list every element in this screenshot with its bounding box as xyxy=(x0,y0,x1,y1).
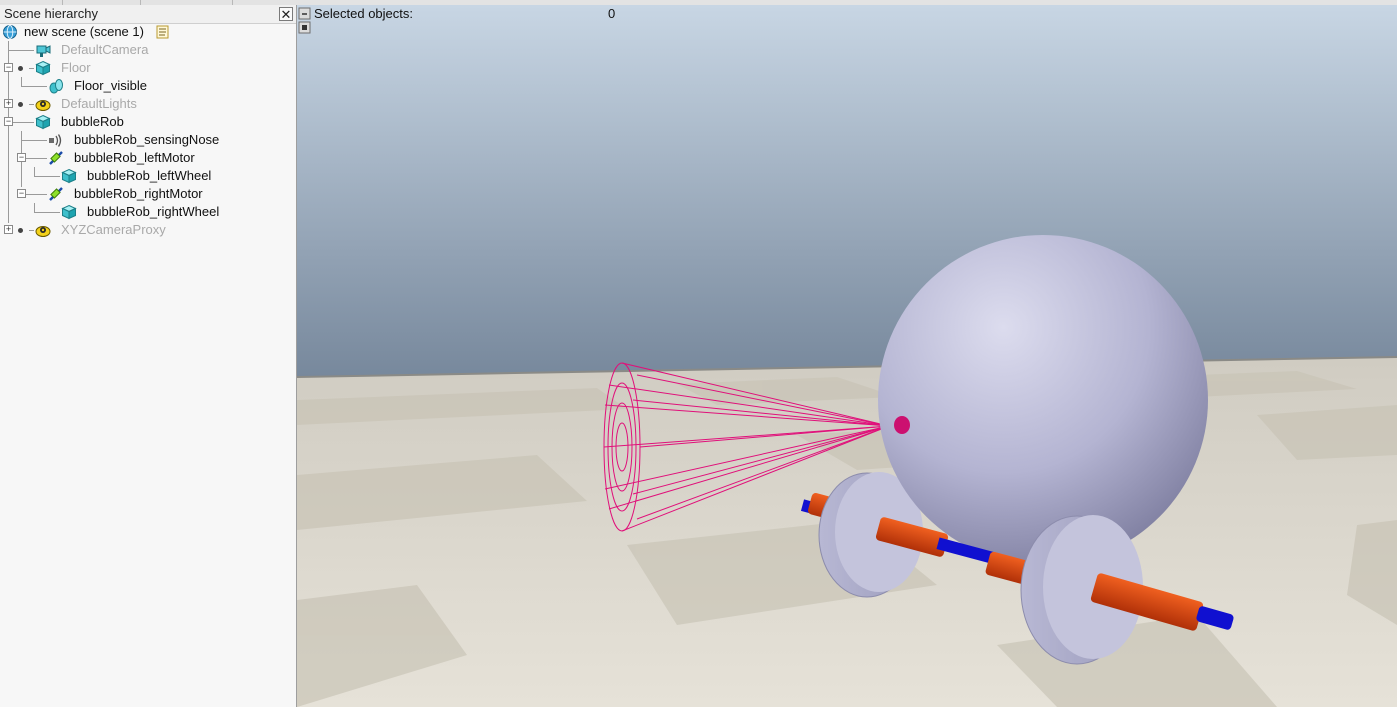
tree-item-default-lights[interactable]: + DefaultLights xyxy=(0,95,296,113)
panel-title: Scene hierarchy xyxy=(4,6,98,21)
close-icon[interactable]: ✕ xyxy=(279,7,293,21)
collapse-toggle[interactable]: − xyxy=(4,117,13,126)
tree-item-new-scene[interactable]: new scene (scene 1) xyxy=(0,23,296,41)
viewport-button-bottom-glyph xyxy=(302,25,307,30)
cube-icon xyxy=(35,60,51,76)
tree-item-xyz-camera-proxy[interactable]: + XYZCameraProxy xyxy=(0,221,296,239)
dummy-icon xyxy=(35,226,51,237)
joint-icon xyxy=(49,151,63,165)
panel-header: Scene hierarchy ✕ xyxy=(0,5,296,24)
tree-item-label: DefaultLights xyxy=(61,96,137,111)
scene-hierarchy-panel[interactable]: Scene hierarchy ✕ new scene (scene 1) De… xyxy=(0,5,297,707)
tree-item-left-wheel[interactable]: bubbleRob_leftWheel xyxy=(0,167,296,185)
tree-item-label: bubbleRob xyxy=(61,114,124,129)
tree-item-left-motor[interactable]: − bubbleRob_leftMotor xyxy=(0,149,296,167)
tree-item-bubblerob[interactable]: − bubbleRob xyxy=(0,113,296,131)
expand-toggle[interactable]: + xyxy=(4,99,13,108)
collapse-toggle[interactable]: − xyxy=(4,63,13,72)
tree-item-right-motor[interactable]: − bubbleRob_rightMotor xyxy=(0,185,296,203)
camera-icon xyxy=(36,45,51,57)
tree-item-label: XYZCameraProxy xyxy=(61,222,166,237)
joint-icon xyxy=(49,187,63,201)
model-dot-icon xyxy=(18,66,23,71)
globe-icon xyxy=(3,25,17,39)
bubblerob-body xyxy=(878,235,1208,565)
tree-item-floor-visible[interactable]: Floor_visible xyxy=(0,77,296,95)
tree-item-label: Floor xyxy=(61,60,91,75)
tree-item-label: Floor_visible xyxy=(74,78,147,93)
expand-toggle[interactable]: + xyxy=(4,225,13,234)
dummy-icon xyxy=(35,100,51,111)
sky-background xyxy=(297,5,1397,377)
tree-item-floor[interactable]: − Floor xyxy=(0,59,296,77)
proximity-sensor-icon xyxy=(49,134,62,147)
shape-icon xyxy=(49,79,63,94)
scene-render[interactable] xyxy=(297,5,1397,707)
tree-item-label: DefaultCamera xyxy=(61,42,149,57)
model-dot-icon xyxy=(18,102,23,107)
collapse-toggle[interactable]: − xyxy=(17,189,26,198)
selected-objects-count: 0 xyxy=(608,6,616,21)
tree-item-label: bubbleRob_rightWheel xyxy=(87,204,220,219)
tree-item-label: bubbleRob_leftWheel xyxy=(87,168,212,183)
tree-item-label: bubbleRob_leftMotor xyxy=(74,150,195,165)
model-dot-icon xyxy=(18,228,23,233)
cube-icon xyxy=(35,114,51,130)
tree-item-right-wheel[interactable]: bubbleRob_rightWheel xyxy=(0,203,296,221)
tree-item-label: new scene (scene 1) xyxy=(24,24,144,39)
scene-viewport[interactable]: Selected objects: 0 xyxy=(297,5,1397,707)
cube-icon xyxy=(61,204,77,220)
tree-item-label: bubbleRob_sensingNose xyxy=(74,132,220,147)
selected-objects-label: Selected objects: xyxy=(314,6,414,21)
collapse-toggle[interactable]: − xyxy=(17,153,26,162)
cube-icon xyxy=(61,168,77,184)
script-icon[interactable] xyxy=(155,24,171,40)
tree-item-sensing-nose[interactable]: bubbleRob_sensingNose xyxy=(0,131,296,149)
tree-item-default-camera[interactable]: DefaultCamera xyxy=(0,41,296,59)
tree-item-label: bubbleRob_rightMotor xyxy=(74,186,203,201)
sensing-nose xyxy=(894,416,910,434)
